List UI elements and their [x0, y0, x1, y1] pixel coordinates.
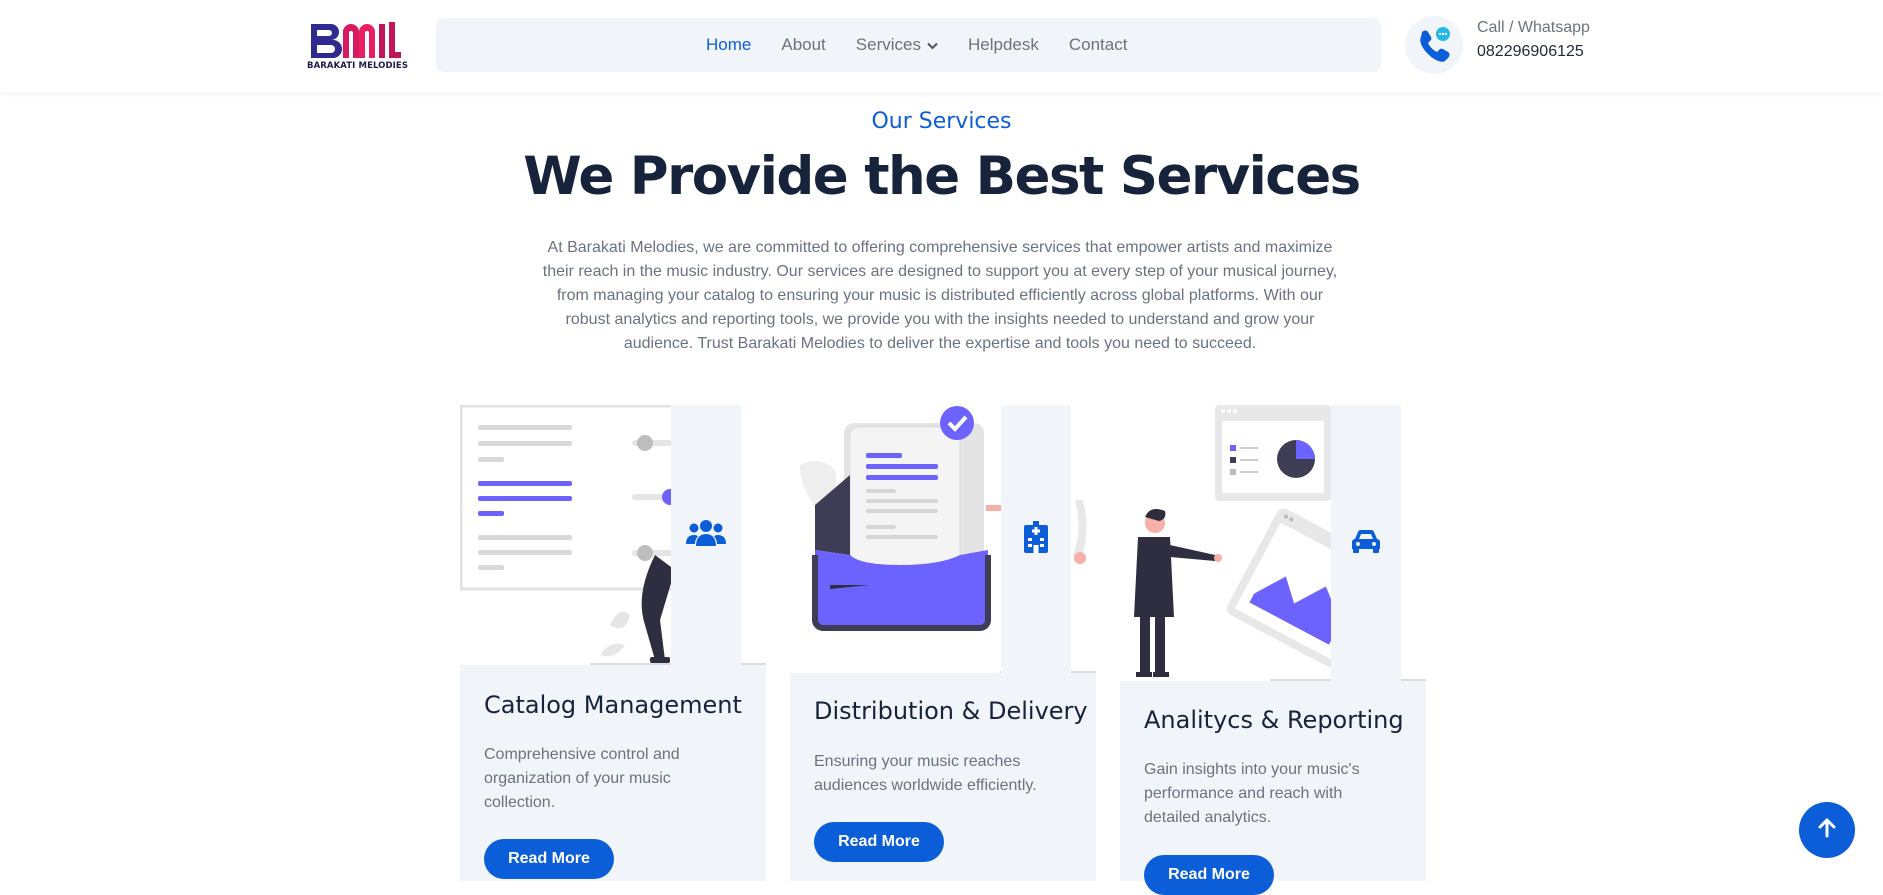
card-distribution-delivery: Distribution & Delivery Ensuring your mu…	[790, 673, 1096, 881]
users-icon	[685, 518, 727, 553]
nav-contact[interactable]: Contact	[1069, 35, 1128, 55]
car-icon	[1350, 529, 1382, 558]
logo[interactable]: BARAKATI MELODIES	[307, 18, 409, 74]
scroll-to-top-button[interactable]	[1799, 802, 1855, 858]
card-analytics-reporting: Analitycs & Reporting Gain insights into…	[1120, 681, 1426, 895]
nav-home[interactable]: Home	[706, 35, 751, 55]
nav-helpdesk[interactable]: Helpdesk	[968, 35, 1039, 55]
card-catalog-management: Catalog Management Comprehensive control…	[460, 665, 766, 881]
chevron-down-icon	[927, 35, 938, 55]
main-nav: Home About Services Helpdesk Contact	[436, 18, 1381, 72]
read-more-button[interactable]: Read More	[1144, 855, 1274, 895]
read-more-button[interactable]: Read More	[814, 822, 944, 862]
logo-text: BARAKATI MELODIES	[307, 61, 409, 71]
site-header: BARAKATI MELODIES Home About Services He…	[0, 0, 1883, 92]
card-title: Analitycs & Reporting	[1144, 706, 1404, 734]
card-icon-strip	[1331, 405, 1401, 681]
card-icon-strip	[1001, 405, 1071, 673]
section-title: We Provide the Best Services	[523, 146, 1361, 207]
nav-services-label: Services	[855, 35, 921, 54]
read-more-button[interactable]: Read More	[484, 839, 614, 879]
card-text: Comprehensive control and organization o…	[484, 746, 680, 811]
card-text: Ensuring your music reaches audiences wo…	[814, 753, 1037, 794]
section-eyebrow: Our Services	[871, 109, 1012, 134]
section-description: At Barakati Melodies, we are committed t…	[542, 239, 1338, 352]
phone-chat-icon[interactable]	[1405, 16, 1463, 74]
hospital-icon	[1022, 520, 1050, 558]
contact-number[interactable]: 082296906125	[1477, 43, 1584, 61]
nav-services[interactable]: Services	[856, 35, 938, 55]
arrow-up-icon	[1818, 818, 1836, 843]
card-title: Distribution & Delivery	[814, 697, 1088, 725]
card-icon-strip	[671, 405, 741, 665]
contact-label: Call / Whatsapp	[1477, 19, 1590, 36]
card-text: Gain insights into your music's performa…	[1144, 761, 1360, 826]
logo-mark-icon	[311, 22, 401, 58]
card-title: Catalog Management	[484, 691, 742, 719]
nav-about[interactable]: About	[781, 35, 825, 55]
